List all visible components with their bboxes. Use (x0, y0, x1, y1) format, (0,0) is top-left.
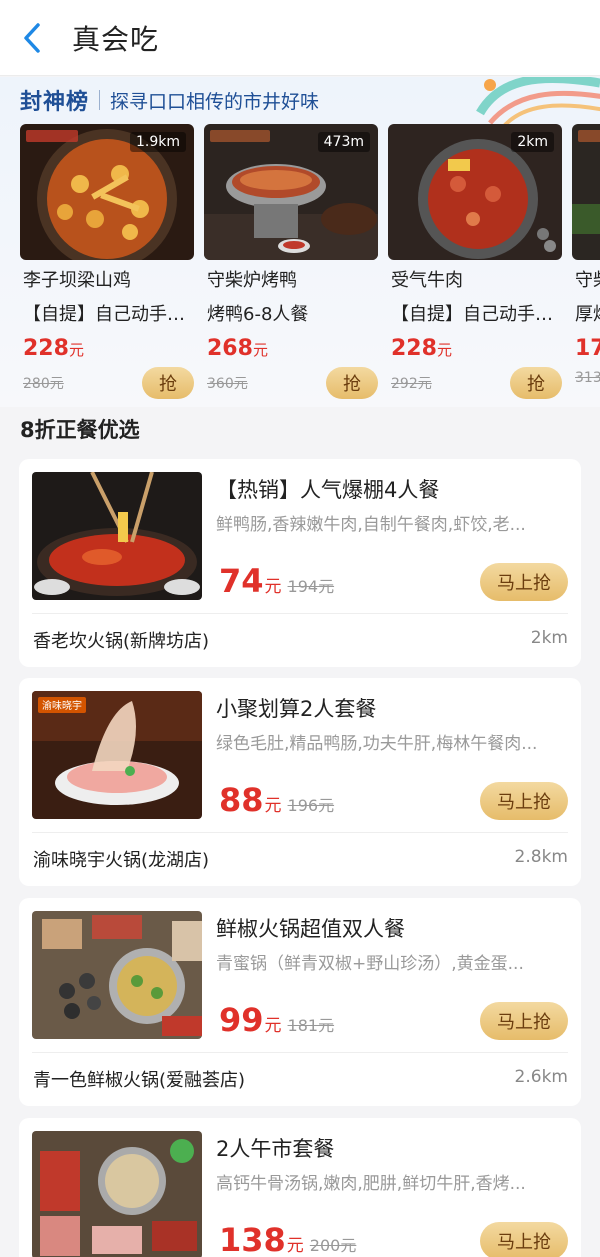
card-price: 268元 (204, 336, 378, 361)
deal-title: 鲜椒火锅超值双人餐 (216, 917, 405, 941)
deal-photo-lunch-set (32, 1131, 202, 1257)
deal-items: 高钙牛骨汤锅,嫩肉,肥肼,鲜切牛肝,香烤... (216, 1174, 526, 1194)
deal-card[interactable]: 渝味晓宇 小聚划算2人套餐 绿色毛肚,精品鸭肠,功夫牛肝,梅林午餐肉... 88… (19, 678, 581, 886)
page-title: 真会吃 (72, 22, 160, 56)
distance-badge: 473m (317, 132, 370, 152)
original-price: 196元 (287, 796, 335, 815)
card-shop-name: 受气牛肉 (391, 270, 463, 291)
ranking-card[interactable]: 473m 守柴炉烤鸭 烤鸭6-8人餐 268元 360元 抢 (204, 124, 378, 404)
deal-price: 74 元 194元 (219, 562, 334, 600)
deal-photo-hotpot-chopsticks (32, 472, 202, 600)
price-value: 138 (219, 1221, 286, 1257)
price-unit: 元 (264, 796, 282, 816)
deal-items: 青蜜锅（鲜青双椒+野山珍汤）,黄金蛋... (216, 954, 524, 974)
shop-distance: 2.6km (514, 1067, 568, 1087)
price-unit: 元 (286, 1236, 304, 1256)
dish-photo-roast-duck: 473m (204, 124, 378, 260)
dish-photo-beef-hotpot: 2km (388, 124, 562, 260)
card-price: 17 (572, 336, 600, 361)
card-deal-desc: 【自提】自己动手丰衣足食 (391, 304, 562, 325)
divider (32, 613, 568, 614)
deal-card[interactable]: 鲜椒火锅超值双人餐 青蜜锅（鲜青双椒+野山珍汤）,黄金蛋... 99 元 181元 … (19, 898, 581, 1106)
deal-card[interactable]: 【热销】人气爆棚4人餐 鲜鸭肠,香辣嫩牛肉,自制午餐肉,虾饺,老... 74 元 1… (19, 459, 581, 667)
ranking-carousel[interactable]: 1.9km 李子坝梁山鸡 【自提】自己动手丰衣足食 228元 280元 抢 (20, 124, 600, 404)
divider (32, 832, 568, 833)
original-price: 280元 (23, 376, 64, 392)
top-nav-bar: 真会吃 (0, 0, 600, 76)
deal-title: 小聚划算2人套餐 (216, 697, 377, 721)
shop-name: 青一色鲜椒火锅(爱融荟店) (33, 1070, 246, 1091)
card-price: 228元 (20, 336, 194, 361)
original-price: 313元 (575, 370, 600, 386)
deal-photo-label: 渝味晓宇 (42, 699, 82, 712)
grab-now-button[interactable]: 马上抢 (480, 1002, 568, 1040)
shop-name: 渝味晓宇火锅(龙湖店) (33, 850, 210, 871)
price-value: 88 (219, 781, 264, 819)
price-value: 228 (391, 336, 437, 361)
price-value: 268 (207, 336, 253, 361)
price-value: 17 (575, 336, 600, 361)
ranking-card[interactable]: 守柴炉 厚烤 17 313元 (572, 124, 600, 404)
price-unit: 元 (264, 1016, 282, 1036)
divider (99, 90, 101, 110)
card-deal-desc: 烤鸭6-8人餐 (207, 304, 309, 325)
distance-badge: 1.9km (129, 132, 186, 152)
ranking-card[interactable]: 1.9km 李子坝梁山鸡 【自提】自己动手丰衣足食 228元 280元 抢 (20, 124, 194, 404)
original-price: 292元 (391, 376, 432, 392)
grab-button[interactable]: 抢 (510, 367, 562, 399)
price-unit: 元 (252, 341, 268, 359)
deal-title: 【热销】人气爆棚4人餐 (216, 478, 440, 502)
deal-card[interactable]: 2人午市套餐 高钙牛骨汤锅,嫩肉,肥肼,鲜切牛肝,香烤... 138 元 200元 … (19, 1118, 581, 1257)
distance-badge: 2km (511, 132, 554, 152)
card-deal-desc: 厚烤 (575, 304, 600, 325)
original-price: 181元 (287, 1016, 335, 1035)
grab-now-button[interactable]: 马上抢 (480, 1222, 568, 1257)
card-shop-name: 守柴炉烤鸭 (207, 270, 297, 291)
grab-button[interactable]: 抢 (142, 367, 194, 399)
price-unit: 元 (68, 341, 84, 359)
card-shop-name: 李子坝梁山鸡 (23, 270, 131, 291)
divider (32, 1052, 568, 1053)
deal-price: 99 元 181元 (219, 1001, 334, 1039)
shop-name: 香老坎火锅(新牌坊店) (33, 631, 210, 652)
card-price: 228元 (388, 336, 562, 361)
original-price: 200元 (309, 1236, 357, 1255)
price-unit: 元 (436, 341, 452, 359)
deal-title: 2人午市套餐 (216, 1137, 335, 1161)
dish-image: 渝味晓宇 (32, 691, 202, 819)
card-deal-desc: 【自提】自己动手丰衣足食 (23, 304, 194, 325)
dish-image (32, 1131, 202, 1257)
chevron-left-icon (24, 22, 40, 53)
deal-photo-pepper-hotpot-spread (32, 911, 202, 1039)
deal-price: 138 元 200元 (219, 1221, 356, 1257)
section-title: 8折正餐优选 (20, 418, 140, 442)
deal-items: 鲜鸭肠,香辣嫩牛肉,自制午餐肉,虾饺,老... (216, 515, 526, 535)
banner-subtitle: 探寻口口相传的市井好味 (110, 90, 320, 113)
shop-distance: 2km (530, 628, 568, 648)
card-shop-name: 守柴炉 (575, 270, 600, 291)
price-unit: 元 (264, 577, 282, 597)
grab-now-button[interactable]: 马上抢 (480, 782, 568, 820)
deal-photo-tripe-plate: 渝味晓宇 (32, 691, 202, 819)
shop-distance: 2.8km (514, 847, 568, 867)
price-value: 99 (219, 1001, 264, 1039)
dish-image (32, 472, 202, 600)
grab-button[interactable]: 抢 (326, 367, 378, 399)
dish-photo-spicy-chicken: 1.9km (20, 124, 194, 260)
ranking-card[interactable]: 2km 受气牛肉 【自提】自己动手丰衣足食 228元 292元 抢 (388, 124, 562, 404)
dish-photo-partial (572, 124, 600, 260)
banner-title: 封神榜 (20, 90, 90, 115)
price-value: 228 (23, 336, 69, 361)
dish-image (572, 124, 600, 260)
price-value: 74 (219, 562, 264, 600)
deal-price: 88 元 196元 (219, 781, 334, 819)
original-price: 360元 (207, 376, 248, 392)
original-price: 194元 (287, 577, 335, 596)
back-button[interactable] (0, 0, 64, 76)
grab-now-button[interactable]: 马上抢 (480, 563, 568, 601)
deal-items: 绿色毛肚,精品鸭肠,功夫牛肝,梅林午餐肉... (216, 734, 538, 754)
dish-image (32, 911, 202, 1039)
fengshen-ranking-banner: 封神榜 探寻口口相传的市井好味 1.9km 李子坝梁山鸡 【自提】自己动手丰 2… (0, 77, 600, 407)
